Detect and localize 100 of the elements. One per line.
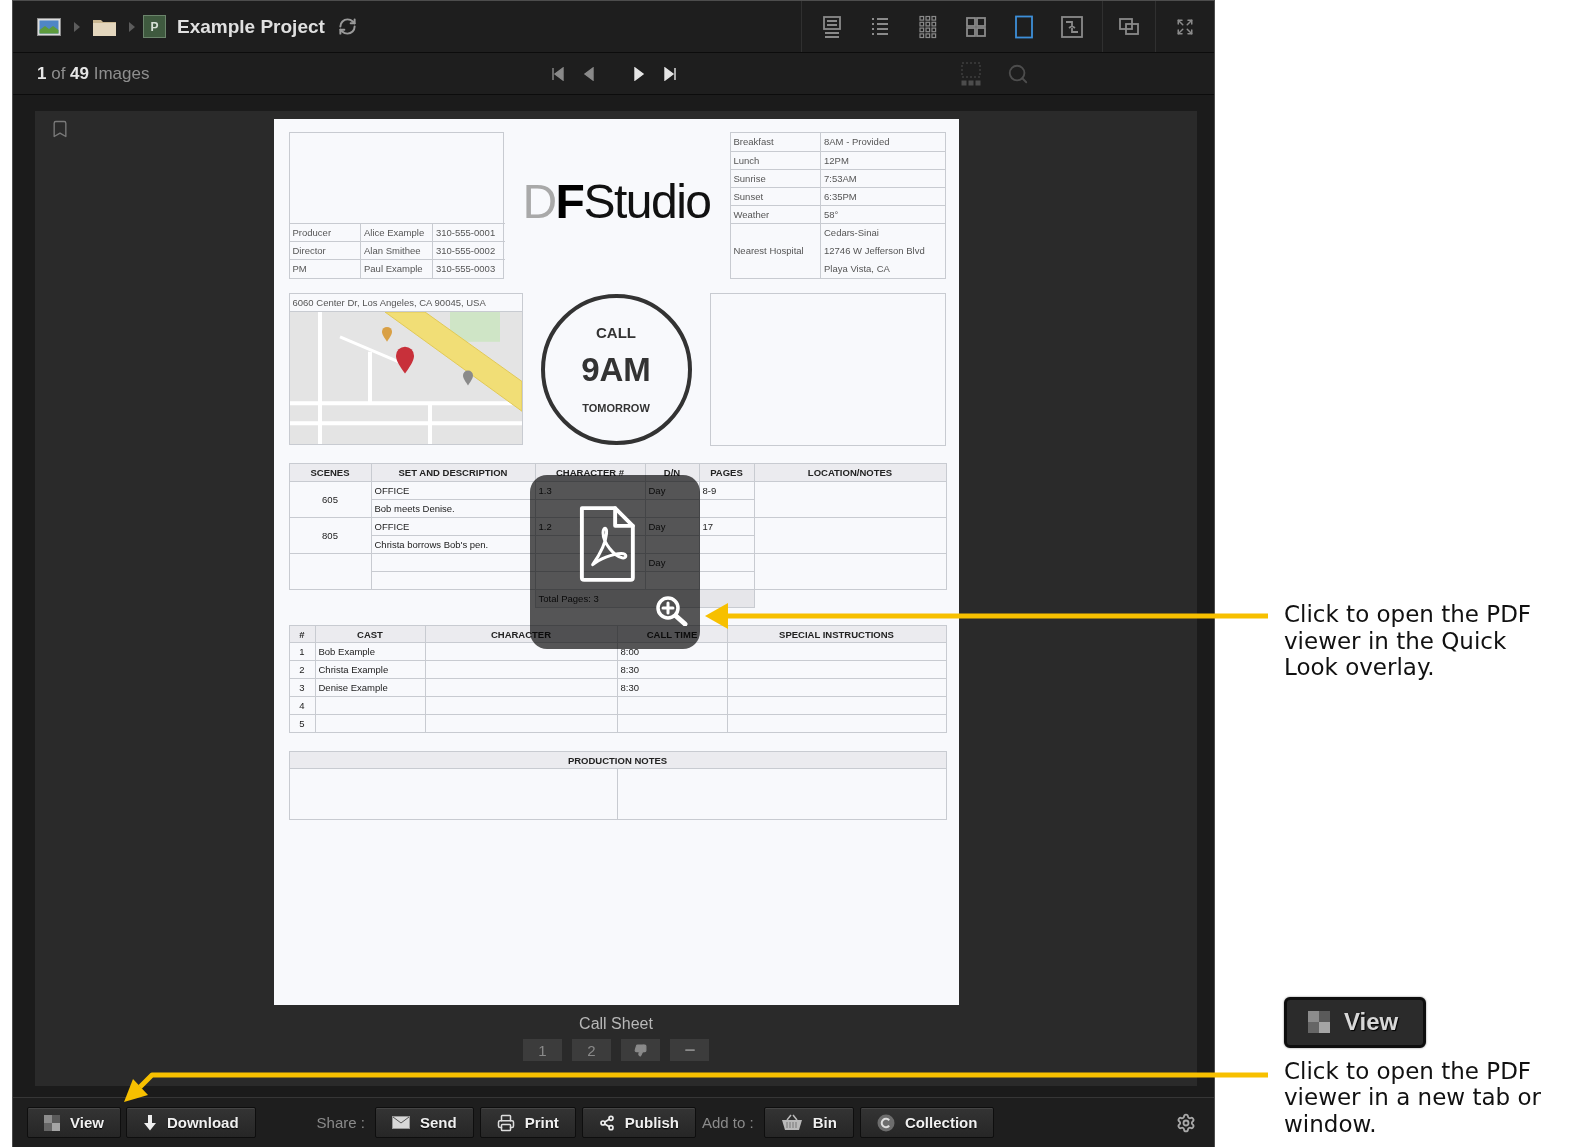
- table-cell: 58°: [820, 205, 945, 223]
- table-cell: 8AM - Provided: [820, 133, 945, 151]
- table-cell: 1.2: [535, 517, 645, 536]
- table-cell: Day: [645, 553, 699, 572]
- call-label: CALL: [596, 324, 636, 342]
- column-header: CAST: [315, 625, 425, 643]
- table-cell: 1.3: [535, 481, 645, 500]
- send-button[interactable]: Send: [374, 1107, 474, 1138]
- folder-icon[interactable]: [93, 17, 116, 36]
- table-cell: Weather: [730, 205, 821, 223]
- table-cell: Sunrise: [730, 169, 821, 187]
- project-title: Example Project: [177, 15, 325, 38]
- table-cell: 4: [289, 696, 315, 715]
- table-cell: 805: [289, 517, 371, 554]
- image-counter: 1 of 49 Images: [37, 63, 150, 84]
- reject-button[interactable]: [621, 1039, 660, 1061]
- settings-icon[interactable]: [1176, 1112, 1196, 1133]
- compare-view-icon[interactable]: [1060, 14, 1084, 39]
- checkerboard-icon: [1308, 1011, 1330, 1034]
- column-header: SPECIAL INSTRUCTIONS: [727, 625, 946, 643]
- table-cell: 6:35PM: [820, 187, 945, 205]
- hospital-detail-line: Playa Vista, CA: [824, 261, 891, 276]
- download-icon: [142, 1114, 157, 1131]
- zoom-in-icon: [654, 596, 688, 626]
- table-cell: Christa Example: [315, 660, 425, 679]
- caret-icon: [74, 21, 80, 32]
- basket-icon: [780, 1114, 803, 1131]
- circled-c-icon: [876, 1113, 895, 1132]
- call-day: TOMORROW: [582, 401, 650, 415]
- file-caption: Call Sheet: [579, 1015, 653, 1033]
- column-header: LOCATION/NOTES: [754, 463, 946, 482]
- table-cell: Breakfast: [730, 133, 821, 151]
- table-cell: Denise Example: [315, 678, 425, 697]
- table-cell: Alice Example: [360, 223, 433, 242]
- table-cell: 8:30: [617, 660, 727, 679]
- table-cell: Director: [289, 241, 361, 260]
- table-cell: Day: [645, 481, 699, 500]
- printer-icon: [496, 1113, 515, 1132]
- table-cell: Producer: [289, 223, 361, 242]
- hospital-detail-line: Cedars-Sinai: [824, 225, 880, 240]
- table-cell: 2: [289, 660, 315, 679]
- table-cell: Sunset: [730, 187, 821, 205]
- column-header: SET AND DESCRIPTION: [371, 463, 535, 482]
- column-header: CALL TIME: [617, 625, 727, 643]
- callout-text: Click to open the PDF viewer in the Quick Look overlay.: [1284, 601, 1533, 681]
- share-icon: [598, 1114, 615, 1131]
- table-cell: 310-555-0003: [432, 259, 505, 278]
- bin-button[interactable]: Bin: [763, 1107, 854, 1138]
- table-cell: 8:30: [617, 678, 727, 697]
- thumbs-down-icon: [634, 1043, 647, 1057]
- checkerboard-icon: [44, 1114, 60, 1131]
- table-cell: Alan Smithee: [360, 241, 433, 260]
- skip-to-last-icon[interactable]: [662, 66, 677, 81]
- detail-view-icon[interactable]: [820, 14, 844, 39]
- column-header: PAGES: [699, 463, 754, 482]
- fullscreen-icon[interactable]: [1176, 17, 1194, 36]
- caret-icon: [129, 21, 135, 32]
- print-button[interactable]: Print: [479, 1107, 576, 1138]
- table-cell: Bob Example: [315, 642, 425, 661]
- table-cell: OFFICE: [371, 517, 535, 536]
- table-cell: PM: [289, 259, 361, 278]
- table-cell: Lunch: [730, 151, 821, 169]
- collection-button[interactable]: Collection: [859, 1107, 995, 1138]
- hospital-detail-line: 12746 W Jefferson Blvd: [824, 243, 926, 258]
- table-cell: 17: [699, 517, 754, 536]
- publish-button[interactable]: Publish: [581, 1107, 696, 1138]
- table-cell: 605: [289, 481, 371, 518]
- pdf-file-icon: [578, 506, 635, 582]
- table-cell: 7:53AM: [820, 169, 945, 187]
- call-time: 9AM: [581, 351, 651, 389]
- table-cell: 3: [289, 678, 315, 697]
- envelope-icon: [391, 1116, 410, 1129]
- table-cell: 8:00: [617, 642, 727, 661]
- view-button[interactable]: View: [1284, 996, 1426, 1048]
- table-cell: 5: [289, 714, 315, 733]
- download-button[interactable]: Download: [125, 1107, 256, 1138]
- table-cell: 8-9: [699, 481, 754, 500]
- single-view-icon[interactable]: [1012, 14, 1036, 39]
- callout-text: Click to open the PDF viewer in a new tab or window.: [1284, 1057, 1542, 1138]
- table-cell: OFFICE: [371, 481, 535, 500]
- refresh-icon[interactable]: [337, 17, 357, 36]
- table-cell: Nearest Hospital: [730, 223, 821, 278]
- view-button[interactable]: View: [27, 1107, 121, 1138]
- table-cell: 310-555-0002: [432, 241, 505, 260]
- share-label: Share :: [316, 1114, 365, 1131]
- table-cell: 12PM: [820, 151, 945, 169]
- table-cell: 1: [289, 642, 315, 661]
- table-cell: Paul Example: [360, 259, 433, 278]
- add-to-label: Add to :: [702, 1114, 754, 1131]
- column-header: #: [289, 625, 315, 643]
- table-cell: 310-555-0001: [432, 223, 505, 242]
- next-icon[interactable]: [631, 66, 646, 81]
- table-cell: Day: [645, 517, 699, 536]
- column-header: SCENES: [289, 463, 371, 482]
- image-icon[interactable]: [37, 17, 61, 36]
- overlapping-windows-icon[interactable]: [1119, 17, 1139, 36]
- grid-view-icon[interactable]: [964, 14, 988, 39]
- studio-logo: DFStudio: [522, 178, 711, 227]
- table-cell: Christa borrows Bob's pen.: [371, 535, 535, 554]
- table-cell: Bob meets Denise.: [371, 499, 535, 518]
